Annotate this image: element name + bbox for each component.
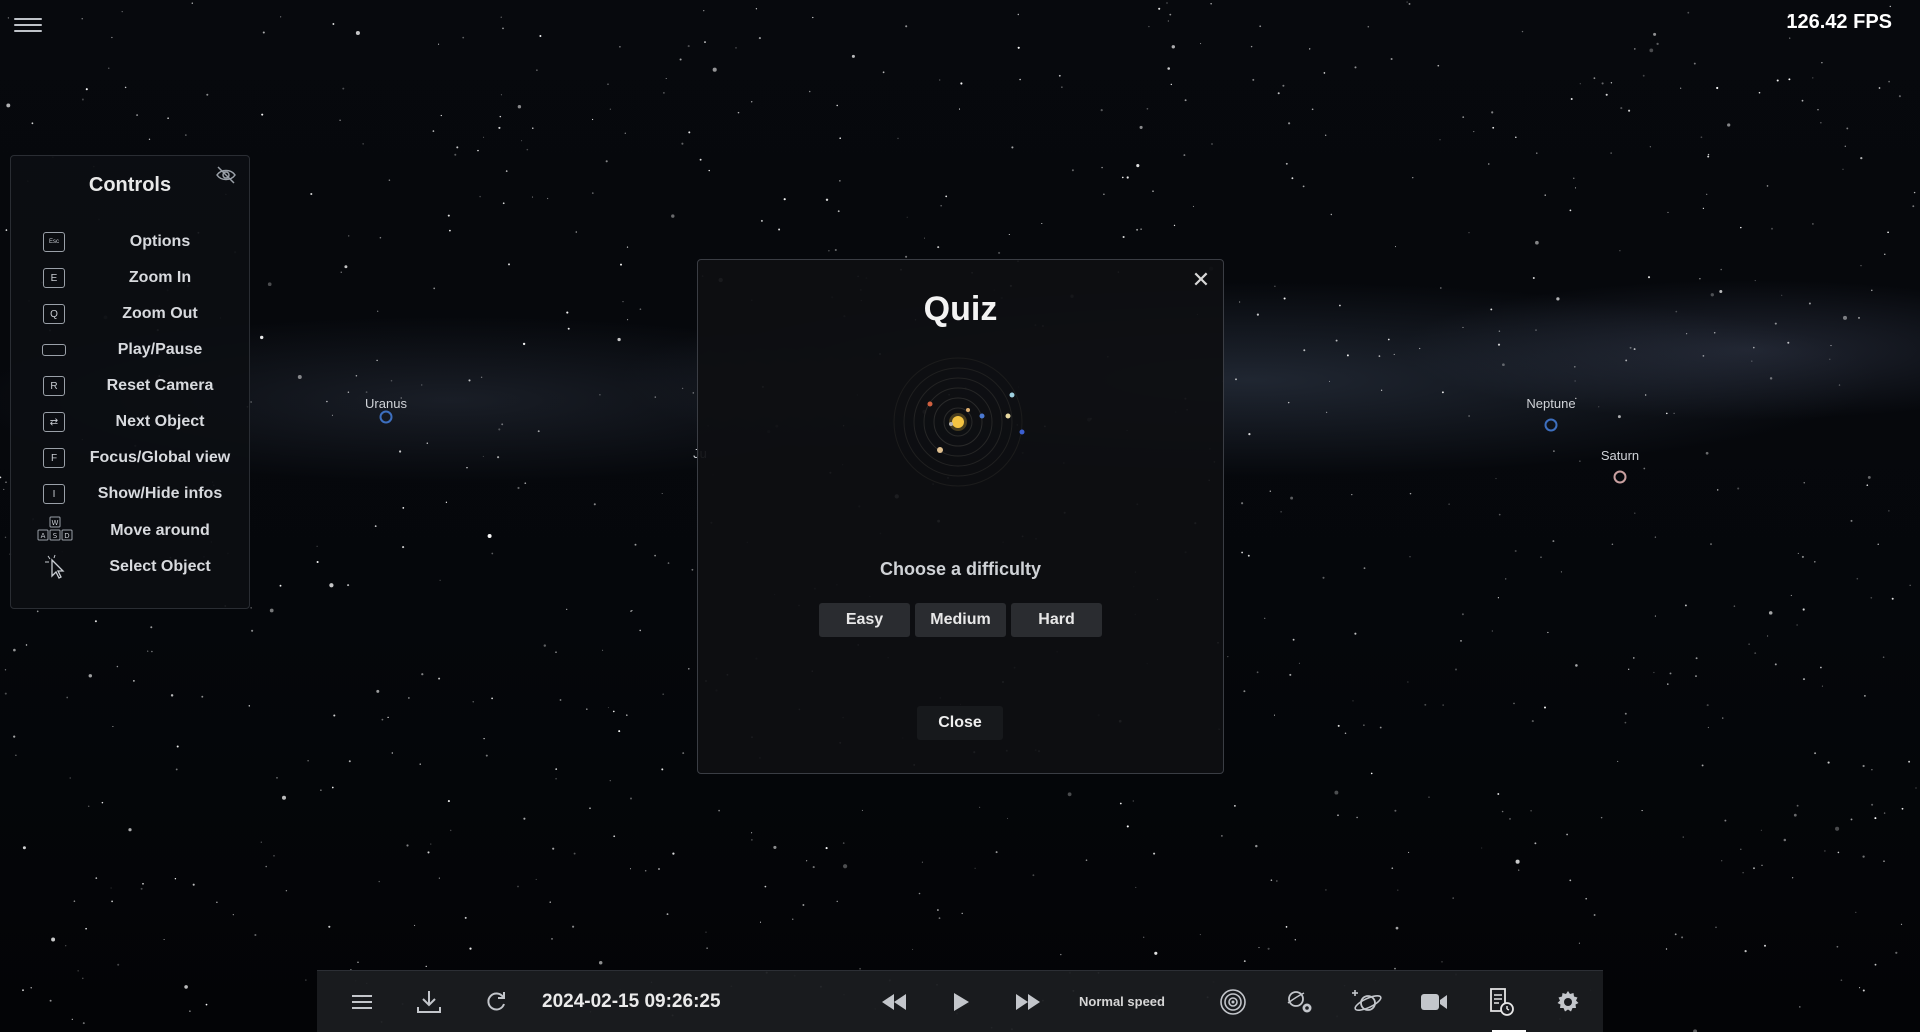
e-key-icon: E: [43, 268, 65, 288]
control-label: Focus/Global view: [89, 449, 231, 466]
close-button[interactable]: Close: [917, 706, 1003, 740]
quiz-prompt: Choose a difficulty: [879, 559, 1041, 579]
control-label: Select Object: [109, 558, 211, 575]
control-label: Show/Hide infos: [97, 485, 223, 502]
control-label: Move around: [110, 522, 210, 539]
difficulty-options: Easy Medium Hard: [698, 603, 1223, 637]
hard-button[interactable]: Hard: [1011, 603, 1102, 637]
control-label: Play/Pause: [117, 341, 203, 358]
planet-marker[interactable]: [379, 410, 393, 424]
medium-button[interactable]: Medium: [915, 603, 1006, 637]
control-play-pause: Play/Pause: [11, 335, 249, 365]
main-menu-icon[interactable]: [14, 14, 42, 36]
control-next-object: ⇄ Next Object: [11, 407, 249, 437]
close-icon[interactable]: ✕: [1189, 268, 1213, 292]
control-label: Reset Camera: [106, 377, 214, 394]
f-key-icon: F: [43, 448, 65, 468]
space-viewport[interactable]: 126.42 FPS Uranus Ju Neptune Saturn Cont…: [0, 0, 1920, 1032]
cursor-icon: [44, 554, 68, 580]
control-label: Zoom Out: [122, 305, 198, 322]
control-zoom-in: E Zoom In: [11, 263, 249, 293]
quiz-dialog: ✕ Quiz Choose a difficulty Easy Medium H…: [697, 259, 1224, 774]
list-menu-icon[interactable]: [337, 971, 387, 1032]
control-zoom-out: Q Zoom Out: [11, 299, 249, 329]
planet-label: Uranus: [365, 396, 407, 411]
gear-icon[interactable]: [1543, 971, 1593, 1032]
download-icon[interactable]: [404, 971, 454, 1032]
planet-marker[interactable]: [1544, 418, 1558, 432]
fps-counter: 126.42 FPS: [1786, 11, 1892, 33]
control-label: Options: [129, 233, 191, 250]
control-move-around: W A S D Move around: [11, 516, 249, 546]
control-label: Zoom In: [128, 269, 192, 286]
control-select-object: Select Object: [11, 552, 249, 582]
easy-button[interactable]: Easy: [819, 603, 910, 637]
planets-settings-icon[interactable]: [1275, 971, 1325, 1032]
speed-label[interactable]: Normal speed: [1079, 971, 1165, 1032]
control-reset-camera: R Reset Camera: [11, 371, 249, 401]
eye-slash-icon[interactable]: [215, 164, 237, 186]
wasd-keys-icon: W A S D: [35, 516, 75, 546]
svg-text:W: W: [52, 519, 59, 527]
solar-system-image: [888, 352, 1038, 502]
orbits-icon[interactable]: [1208, 971, 1258, 1032]
q-key-icon: Q: [43, 304, 65, 324]
planet-label: Neptune: [1526, 396, 1576, 411]
quiz-title: Quiz: [923, 290, 998, 328]
camera-icon[interactable]: [1409, 971, 1459, 1032]
play-icon[interactable]: [936, 971, 986, 1032]
planet-add-icon[interactable]: [1342, 971, 1392, 1032]
control-options: Esc Options: [11, 227, 249, 257]
svg-text:S: S: [53, 532, 58, 540]
controls-title: Controls: [88, 174, 172, 196]
simulation-datetime[interactable]: 2024-02-15 09:26:25: [542, 971, 721, 1032]
control-label: Next Object: [115, 413, 205, 430]
bottom-toolbar: 2024-02-15 09:26:25 Normal speed: [317, 970, 1603, 1032]
planet-label: Saturn: [1600, 448, 1640, 463]
planet-marker[interactable]: [1613, 470, 1627, 484]
control-show-hide-infos: I Show/Hide infos: [11, 479, 249, 509]
i-key-icon: I: [43, 484, 65, 504]
quiz-button[interactable]: [1476, 971, 1526, 1032]
space-key-icon: [42, 344, 66, 356]
fast-forward-icon[interactable]: [1003, 971, 1053, 1032]
control-focus-global: F Focus/Global view: [11, 443, 249, 473]
svg-text:A: A: [41, 532, 46, 540]
rewind-icon[interactable]: [869, 971, 919, 1032]
tab-key-icon: ⇄: [43, 412, 65, 432]
refresh-icon[interactable]: [471, 971, 521, 1032]
esc-key-icon: Esc: [43, 232, 65, 252]
r-key-icon: R: [43, 376, 65, 396]
svg-text:D: D: [64, 532, 69, 540]
controls-panel: Controls Esc Options E Zoom In Q Zoom Ou…: [10, 155, 250, 609]
